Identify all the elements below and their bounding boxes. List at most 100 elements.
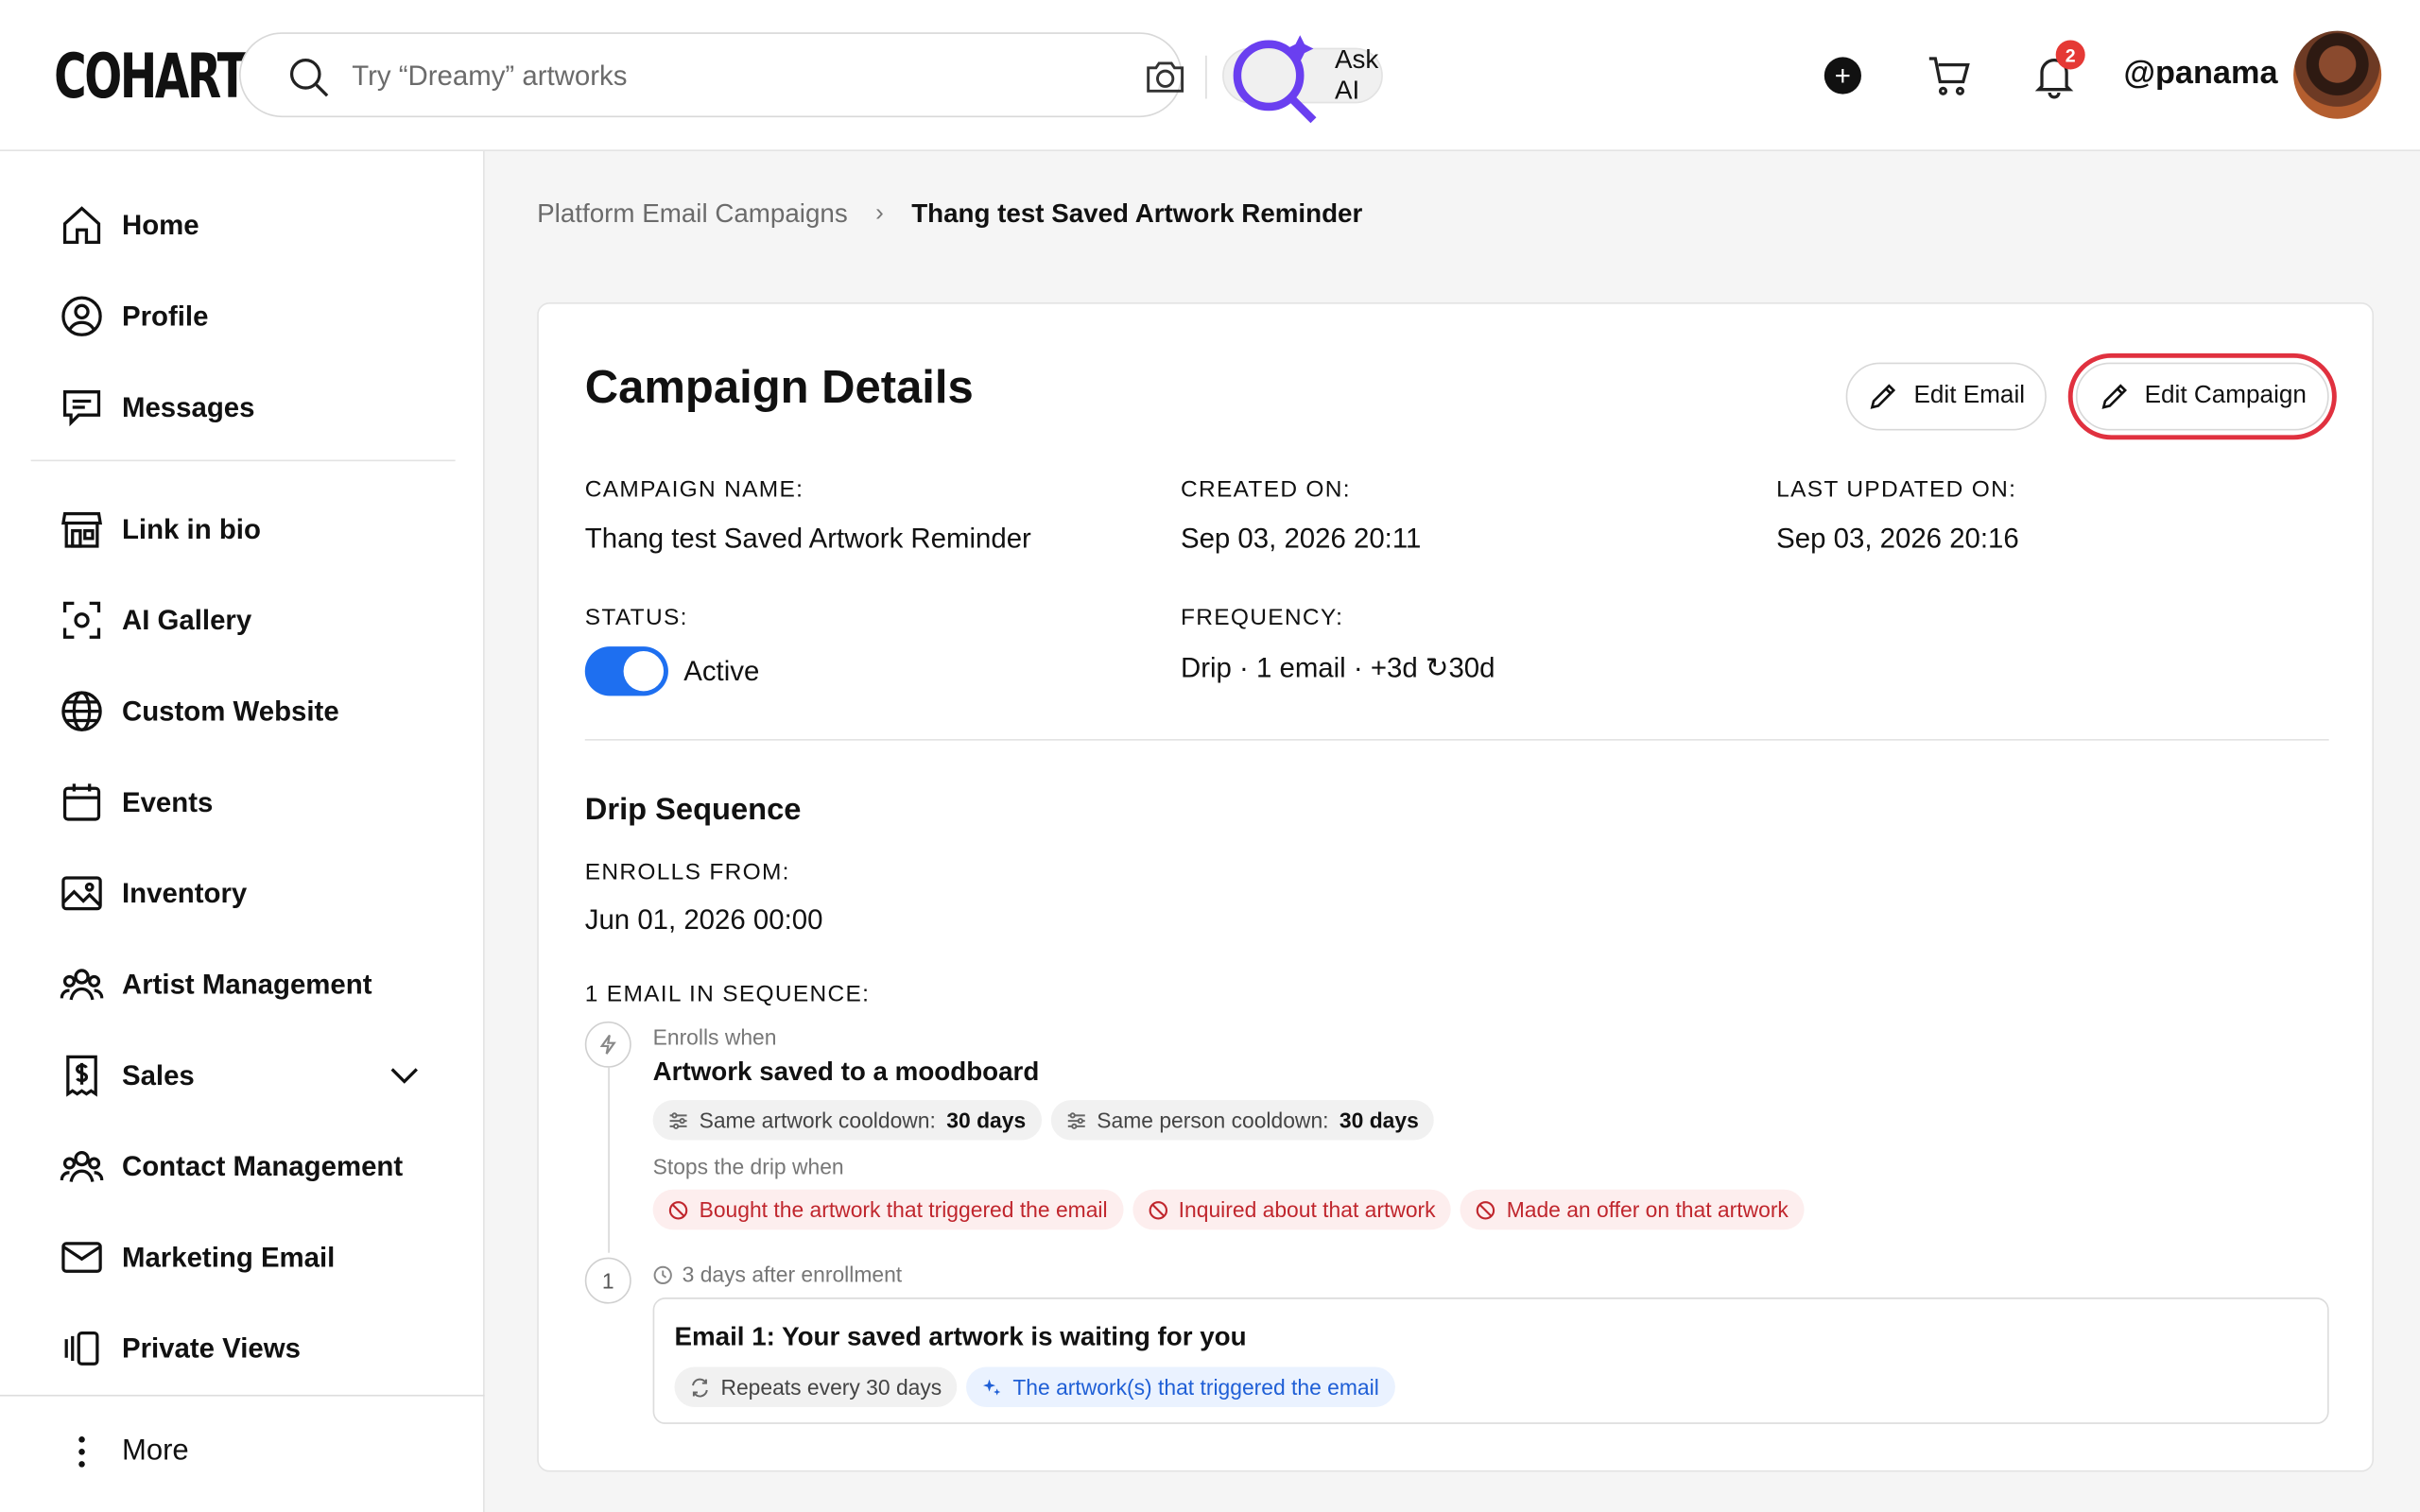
sidebar-divider	[0, 1394, 485, 1397]
top-header: COHART Ask AI + 2 @panama	[0, 0, 2420, 151]
people-icon	[60, 1150, 104, 1183]
logo[interactable]: COHART	[54, 42, 248, 112]
sidebar-item-ai-gallery[interactable]: AI Gallery	[59, 593, 251, 648]
ask-ai-button[interactable]: Ask AI	[1222, 35, 1383, 124]
sidebar: Home Profile Messages Link in bio AI Gal…	[0, 150, 485, 1512]
status-toggle[interactable]	[584, 646, 668, 696]
sidebar-item-events[interactable]: Events	[59, 775, 213, 831]
camera-icon[interactable]	[1144, 56, 1187, 95]
cooldown-chip: Same artwork cooldown: 30 days	[652, 1100, 1042, 1141]
enrolls-from-value: Jun 01, 2026 00:00	[584, 903, 823, 936]
search-input[interactable]	[352, 49, 877, 102]
cooldown-value: 30 days	[1339, 1108, 1419, 1133]
sidebar-item-inventory[interactable]: Inventory	[59, 866, 247, 921]
messages-icon	[62, 390, 101, 427]
repeat-chip: Repeats every 30 days	[674, 1366, 958, 1407]
step-delay: 3 days after enrollment	[653, 1262, 903, 1287]
ai-sparkle-icon	[1233, 35, 1317, 124]
last-updated-value: Sep 03, 2026 20:16	[1776, 523, 2019, 555]
repeat-icon	[692, 1377, 708, 1397]
pencil-icon	[2100, 384, 2127, 409]
sidebar-item-messages[interactable]: Messages	[59, 380, 254, 436]
enrolls-when-label: Enrolls when	[652, 1024, 777, 1050]
section-divider	[584, 739, 2329, 741]
stop-condition-chip: Bought the artwork that triggered the em…	[652, 1189, 1123, 1230]
avatar[interactable]	[2293, 30, 2382, 119]
sidebar-item-label: Events	[121, 785, 214, 817]
sidebar-item-label: Marketing Email	[121, 1241, 336, 1273]
cooldown-value: 30 days	[946, 1108, 1027, 1133]
username[interactable]: @panama	[2124, 56, 2278, 93]
sidebar-item-label: Private Views	[121, 1332, 301, 1364]
sidebar-item-sales[interactable]: Sales	[59, 1048, 195, 1104]
frequency-label: FREQUENCY:	[1180, 604, 1344, 631]
timeline-line	[608, 1067, 610, 1253]
sidebar-item-custom-website[interactable]: Custom Website	[59, 683, 339, 739]
ban-icon	[1148, 1200, 1167, 1219]
search-bar: Ask AI	[239, 32, 1383, 124]
sidebar-item-profile[interactable]: Profile	[59, 288, 208, 344]
sidebar-item-label: Link in bio	[121, 512, 261, 544]
stop-condition-label: Bought the artwork that triggered the em…	[699, 1196, 1108, 1223]
content-label: The artwork(s) that triggered the email	[1012, 1374, 1379, 1400]
created-on-value: Sep 03, 2026 20:11	[1180, 523, 1422, 555]
breadcrumb-current: Thang test Saved Artwork Reminder	[911, 198, 1363, 229]
step-number-circle: 1	[584, 1257, 631, 1304]
status-value: Active	[683, 655, 760, 687]
private-views-icon	[64, 1331, 99, 1366]
frequency-value: Drip · 1 email · +3d ↻30d	[1180, 652, 1495, 684]
scan-icon	[62, 601, 101, 639]
breadcrumb: Platform Email Campaigns › Thang test Sa…	[537, 199, 1362, 231]
search-icon	[289, 59, 329, 97]
cart-icon[interactable]	[1927, 53, 1973, 99]
cooldown-label: Same person cooldown:	[1097, 1108, 1329, 1133]
campaign-details-card: Campaign Details Edit Email Edit Campaig…	[537, 301, 2375, 1472]
sidebar-item-label: Artist Management	[121, 968, 372, 1000]
calendar-icon	[62, 783, 101, 821]
image-icon	[61, 876, 102, 911]
sidebar-item-marketing-email[interactable]: Marketing Email	[59, 1229, 335, 1285]
ban-icon	[1476, 1200, 1495, 1219]
notification-badge: 2	[2055, 40, 2085, 70]
sidebar-item-link-in-bio[interactable]: Link in bio	[59, 502, 261, 558]
email-step-card[interactable]: Email 1: Your saved artwork is waiting f…	[652, 1297, 2329, 1424]
campaign-name-value: Thang test Saved Artwork Reminder	[584, 523, 1031, 555]
search-divider	[1205, 55, 1207, 99]
ban-icon	[668, 1200, 688, 1219]
sidebar-item-private-views[interactable]: Private Views	[59, 1321, 301, 1377]
sidebar-item-home[interactable]: Home	[59, 198, 199, 253]
created-on-label: CREATED ON:	[1180, 476, 1351, 504]
sidebar-item-label: More	[121, 1435, 189, 1468]
repeat-label: Repeats every 30 days	[720, 1374, 942, 1400]
step-delay-label: 3 days after enrollment	[682, 1262, 903, 1287]
sliders-icon	[669, 1111, 687, 1129]
stop-condition-label: Inquired about that artwork	[1178, 1196, 1436, 1223]
more-vertical-icon	[78, 1435, 85, 1468]
email-step-chips: Repeats every 30 days The artwork(s) tha…	[674, 1366, 1395, 1407]
cooldown-chip: Same person cooldown: 30 days	[1050, 1100, 1435, 1141]
sidebar-item-label: Profile	[121, 300, 209, 332]
ask-ai-label: Ask AI	[1334, 44, 1379, 106]
sidebar-item-label: Inventory	[121, 877, 248, 908]
clock-icon	[653, 1264, 672, 1284]
add-icon[interactable]: +	[1824, 57, 1861, 94]
chevron-down-icon[interactable]	[386, 1057, 423, 1093]
stop-condition-label: Made an offer on that artwork	[1506, 1196, 1789, 1223]
sidebar-item-label: Contact Management	[121, 1150, 404, 1181]
sidebar-item-contact-management[interactable]: Contact Management	[59, 1139, 403, 1194]
breadcrumb-parent[interactable]: Platform Email Campaigns	[537, 199, 848, 231]
mail-icon	[61, 1242, 102, 1273]
edit-campaign-button[interactable]: Edit Campaign	[2075, 362, 2329, 431]
sidebar-item-more[interactable]: More	[59, 1424, 189, 1480]
sliders-icon	[1067, 1111, 1085, 1129]
pencil-icon	[1870, 384, 1896, 409]
sidebar-item-artist-management[interactable]: Artist Management	[59, 956, 372, 1012]
edit-campaign-label: Edit Campaign	[2144, 382, 2307, 409]
sidebar-item-label: Custom Website	[121, 695, 339, 727]
edit-email-button[interactable]: Edit Email	[1845, 362, 2047, 431]
email-step-title: Email 1: Your saved artwork is waiting f…	[674, 1322, 1247, 1352]
trigger-circle	[584, 1021, 631, 1068]
chevron-right-icon: ›	[875, 200, 884, 227]
enrolls-from-label: ENROLLS FROM:	[584, 859, 790, 886]
sidebar-item-label: AI Gallery	[121, 604, 252, 635]
